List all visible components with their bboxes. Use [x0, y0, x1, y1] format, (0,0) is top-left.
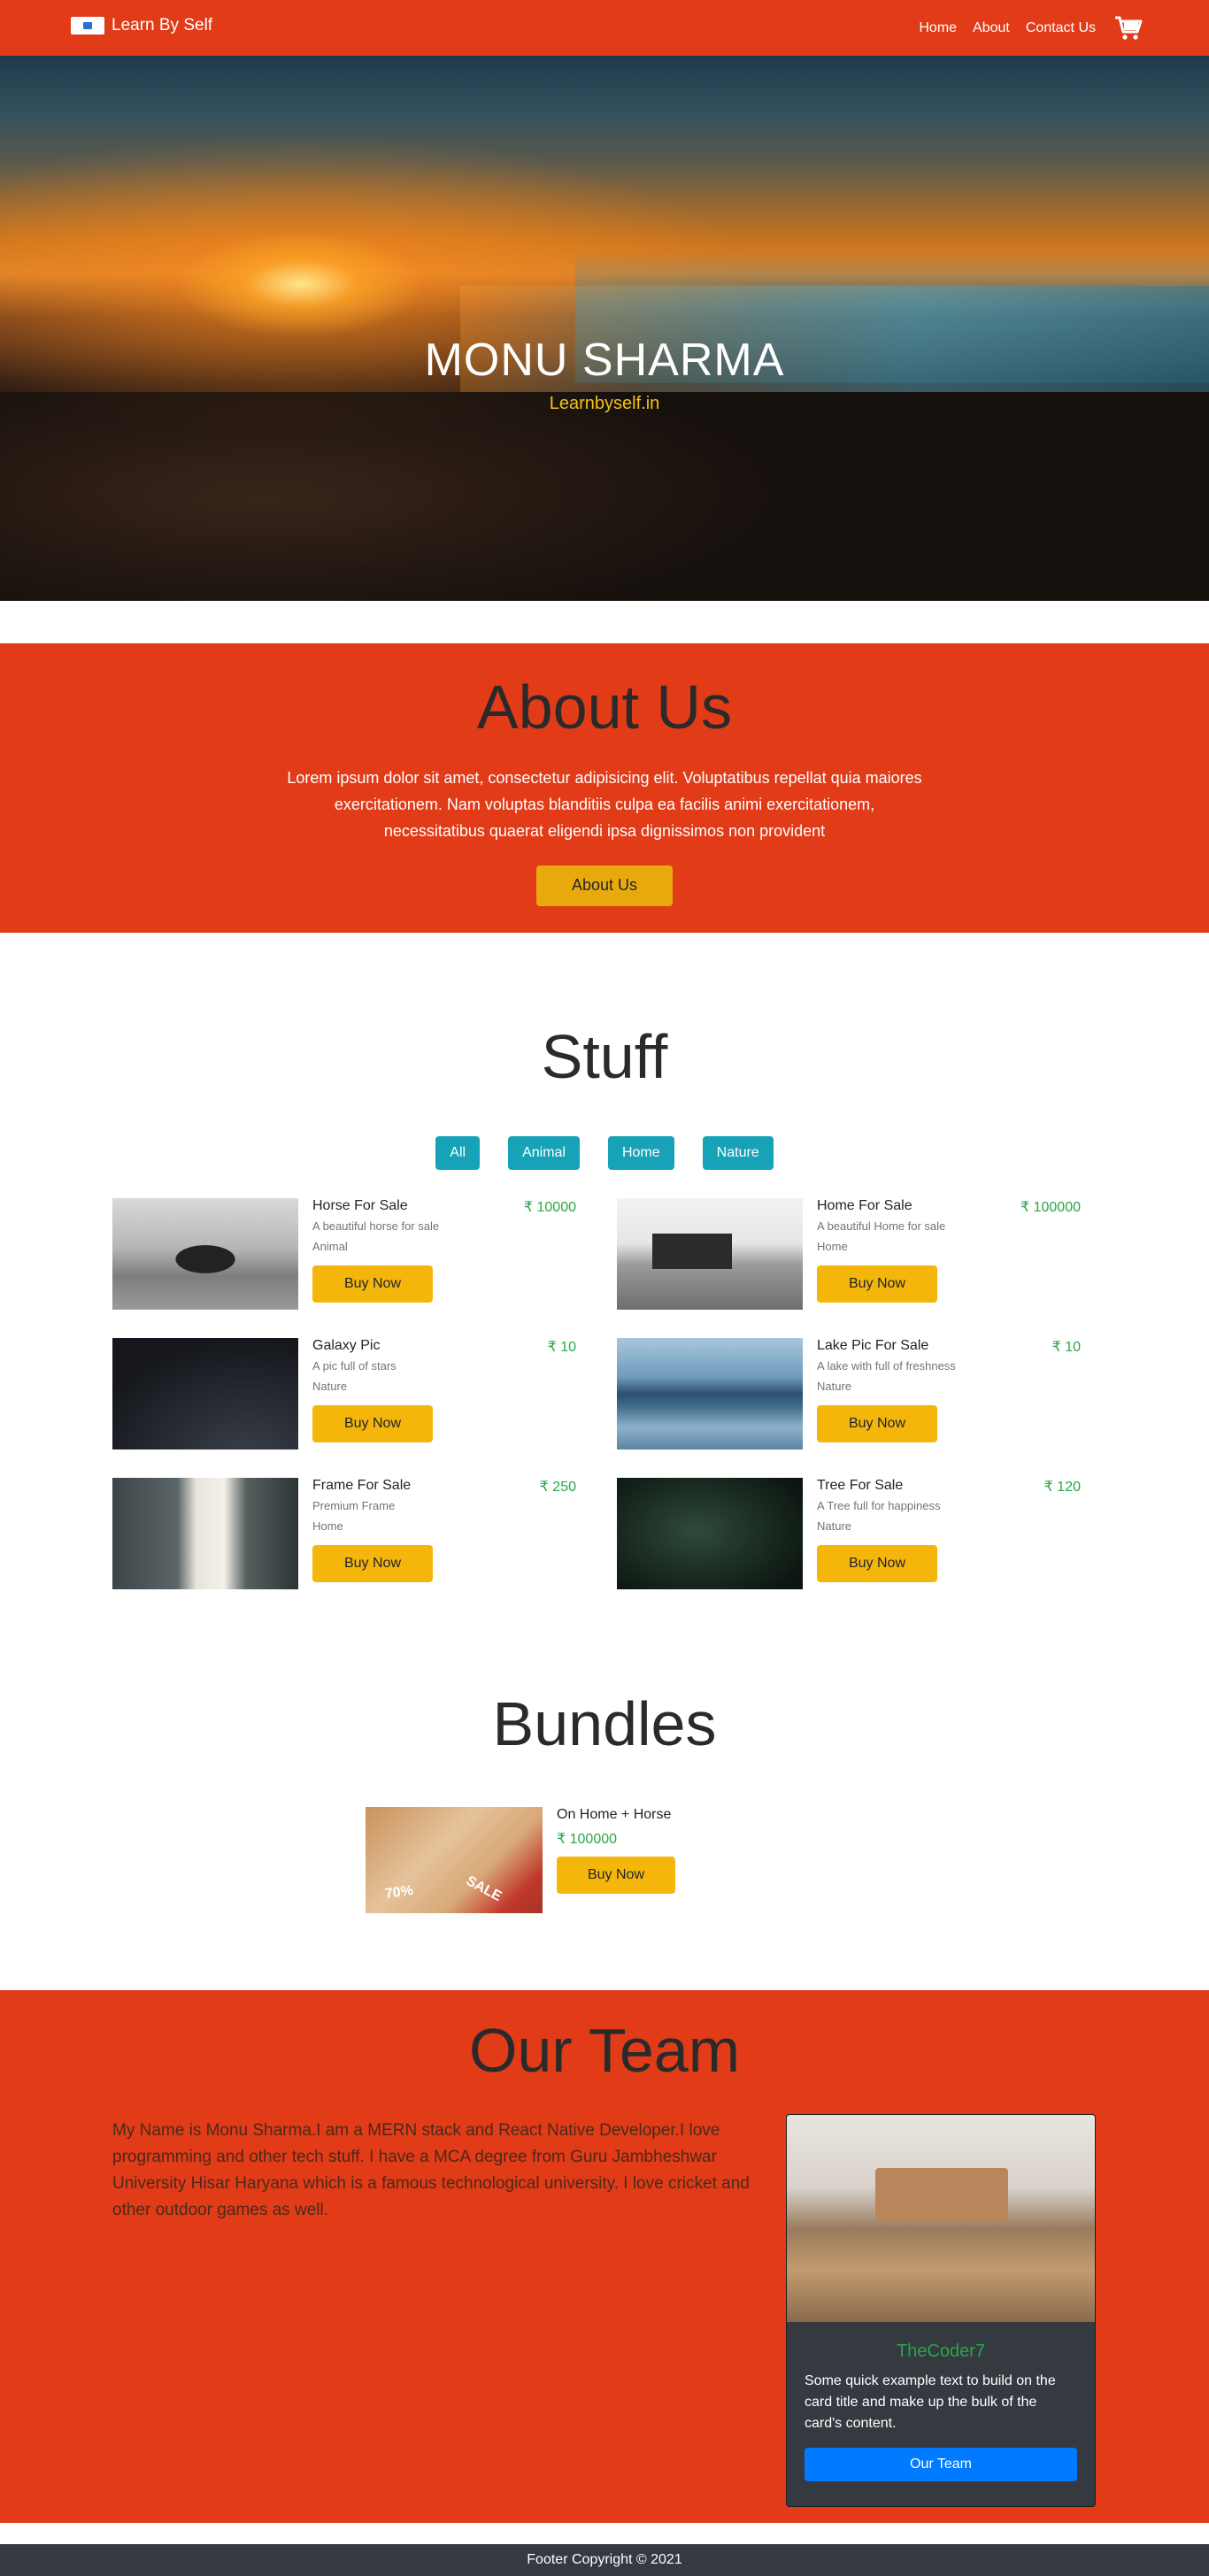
product-card: Frame For Sale Premium Frame Home ₹ 250 … — [112, 1478, 576, 1589]
product-image-galaxy — [112, 1338, 298, 1449]
product-info: Frame For Sale Premium Frame Home ₹ 250 … — [312, 1478, 576, 1589]
stuff-title: Stuff — [541, 1022, 668, 1091]
product-info: Horse For Sale A beautiful horse for sal… — [312, 1198, 576, 1310]
filter-bar: All Animal Home Nature — [0, 1136, 1209, 1170]
bundle-image-tag: SALE — [463, 1873, 504, 1905]
team-card-image — [787, 2115, 1095, 2322]
product-category: Animal — [312, 1240, 348, 1253]
product-image-horse — [112, 1198, 298, 1310]
navbar: Learn By Self Home About Contact Us — [0, 0, 1209, 56]
product-grid: Horse For Sale A beautiful horse for sal… — [112, 1198, 1082, 1589]
product-name: Tree For Sale — [817, 1478, 904, 1493]
brand-link[interactable]: Learn By Self — [71, 16, 212, 35]
product-info: Home For Sale A beautiful Home for sale … — [817, 1198, 1081, 1310]
filter-nature-button[interactable]: Nature — [702, 1136, 774, 1170]
team-description: My Name is Monu Sharma.I am a MERN stack… — [112, 2121, 750, 2219]
hero-banner: MONU SHARMA Learnbyself.in — [0, 56, 1209, 601]
nav-links: Home About Contact Us — [919, 15, 1144, 42]
product-image-lake — [617, 1338, 803, 1449]
product-card: Lake Pic For Sale A lake with full of fr… — [617, 1338, 1081, 1449]
about-text: Lorem ipsum dolor sit amet, consectetur … — [287, 768, 922, 840]
team-title: Our Team — [468, 2016, 741, 2085]
product-info: Tree For Sale A Tree full for happiness … — [817, 1478, 1081, 1589]
product-info: Galaxy Pic A pic full of stars Nature ₹ … — [312, 1338, 576, 1449]
product-card: Home For Sale A beautiful Home for sale … — [617, 1198, 1081, 1310]
product-description: A pic full of stars — [312, 1359, 397, 1373]
product-price: ₹ 10 — [1051, 1340, 1081, 1355]
product-price: ₹ 100000 — [1020, 1200, 1081, 1215]
our-team-button[interactable]: Our Team — [805, 2448, 1077, 2481]
product-price: ₹ 250 — [539, 1480, 576, 1495]
bundle-card: 70% SALE On Home + Horse ₹ 100000 Buy No… — [366, 1807, 675, 1913]
product-image-home — [617, 1198, 803, 1310]
product-description: A beautiful horse for sale — [312, 1219, 440, 1233]
product-name: Lake Pic For Sale — [817, 1338, 929, 1353]
product-description: Premium Frame — [312, 1499, 396, 1512]
team-card-text: Some quick example text to build on the … — [805, 2373, 1056, 2431]
bundle-name: On Home + Horse — [557, 1807, 672, 1822]
nav-link-home[interactable]: Home — [919, 20, 957, 36]
filter-animal-button[interactable]: Animal — [508, 1136, 580, 1170]
buy-now-button[interactable]: Buy Now — [817, 1405, 937, 1442]
team-card: TheCoder7 Some quick example text to bui… — [786, 2114, 1096, 2507]
about-us-button[interactable]: About Us — [536, 865, 673, 906]
product-name: Galaxy Pic — [312, 1338, 381, 1353]
buy-now-button[interactable]: Buy Now — [817, 1265, 937, 1303]
footer: Footer Copyright © 2021 — [0, 2544, 1209, 2576]
bundle-buy-now-button[interactable]: Buy Now — [557, 1857, 675, 1894]
hero-text: MONU SHARMA Learnbyself.in — [0, 334, 1209, 414]
buy-now-button[interactable]: Buy Now — [817, 1545, 937, 1582]
product-price: ₹ 120 — [1043, 1480, 1081, 1495]
product-image-tree — [617, 1478, 803, 1589]
bundles-title: Bundles — [492, 1689, 717, 1758]
bundle-image: 70% SALE — [366, 1807, 543, 1913]
product-category: Nature — [817, 1519, 852, 1533]
product-category: Nature — [312, 1380, 348, 1393]
bundle-info: On Home + Horse ₹ 100000 Buy Now — [557, 1807, 675, 1913]
product-price: ₹ 10 — [547, 1340, 576, 1355]
filter-all-button[interactable]: All — [435, 1136, 481, 1170]
product-card: Galaxy Pic A pic full of stars Nature ₹ … — [112, 1338, 576, 1449]
brand-name: Learn By Self — [112, 16, 213, 35]
product-card: Tree For Sale A Tree full for happiness … — [617, 1478, 1081, 1589]
product-description: A lake with full of freshness — [817, 1359, 956, 1373]
about-section: About Us Lorem ipsum dolor sit amet, con… — [0, 643, 1209, 933]
hero-subtitle: Learnbyself.in — [549, 394, 660, 413]
product-description: A Tree full for happiness — [817, 1499, 941, 1512]
buy-now-button[interactable]: Buy Now — [312, 1265, 433, 1303]
product-price: ₹ 10000 — [523, 1200, 576, 1215]
product-image-frame — [112, 1478, 298, 1589]
nav-link-contact[interactable]: Contact Us — [1026, 20, 1096, 36]
hero-title: MONU SHARMA — [424, 334, 785, 386]
product-name: Frame For Sale — [312, 1478, 412, 1493]
product-category: Nature — [817, 1380, 852, 1393]
product-card: Horse For Sale A beautiful horse for sal… — [112, 1198, 576, 1310]
bundle-image-tag: 70% — [383, 1882, 414, 1903]
brand-logo-icon — [71, 17, 104, 35]
product-category: Home — [312, 1519, 343, 1533]
about-title: About Us — [477, 673, 732, 742]
product-category: Home — [817, 1240, 848, 1253]
buy-now-button[interactable]: Buy Now — [312, 1405, 433, 1442]
nav-link-about[interactable]: About — [973, 20, 1010, 36]
team-section: Our Team My Name is Monu Sharma.I am a M… — [0, 1990, 1209, 2523]
bundle-price: ₹ 100000 — [557, 1832, 618, 1847]
buy-now-button[interactable]: Buy Now — [312, 1545, 433, 1582]
shopping-cart-icon[interactable] — [1113, 15, 1144, 42]
product-info: Lake Pic For Sale A lake with full of fr… — [817, 1338, 1081, 1449]
filter-home-button[interactable]: Home — [607, 1136, 674, 1170]
product-description: A beautiful Home for sale — [817, 1219, 946, 1233]
team-card-title: TheCoder7 — [896, 2341, 986, 2361]
